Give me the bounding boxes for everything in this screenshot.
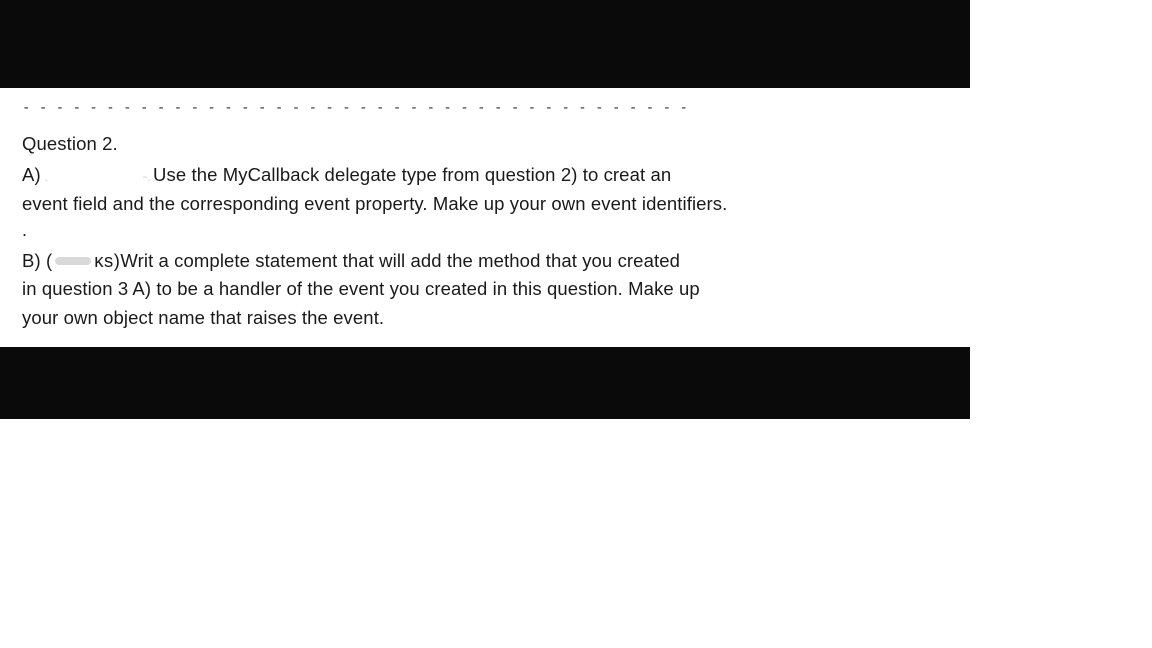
part-a-prefix: A) — [22, 161, 41, 190]
part-b-prefix: B) ( — [22, 247, 52, 276]
part-a-line1: A) ˎ ˗ˏ Use the MyCallback delegate type… — [22, 161, 948, 190]
question-heading: Question 2. — [22, 130, 948, 159]
redact-mark-a: ˎ — [45, 166, 49, 185]
top-black-bar — [0, 0, 970, 88]
bottom-black-bar — [0, 347, 970, 419]
part-b-text-3: your own object name that raises the eve… — [22, 304, 948, 333]
part-b-text-2: in question 3 A) to be a handler of the … — [22, 275, 948, 304]
part-b-ks: ᴋs) — [94, 247, 120, 276]
redacted-pill-b — [55, 257, 91, 265]
part-a-text-2: event field and the corresponding event … — [22, 190, 948, 219]
screenshot-frame: - - - - - - - - - - - - - - - - - - - - … — [0, 0, 970, 419]
dashed-separator: - - - - - - - - - - - - - - - - - - - - … — [22, 98, 948, 120]
part-b-line1: B) ( ᴋs) Writ a complete statement that … — [22, 247, 948, 276]
stray-dot: . — [22, 219, 948, 241]
part-a-text-1: Use the MyCallback delegate type from qu… — [153, 161, 671, 190]
question-card: - - - - - - - - - - - - - - - - - - - - … — [0, 88, 970, 347]
part-b-text-1: Writ a complete statement that will add … — [120, 247, 680, 276]
redact-mark-b: ˗ˏ — [143, 166, 151, 185]
